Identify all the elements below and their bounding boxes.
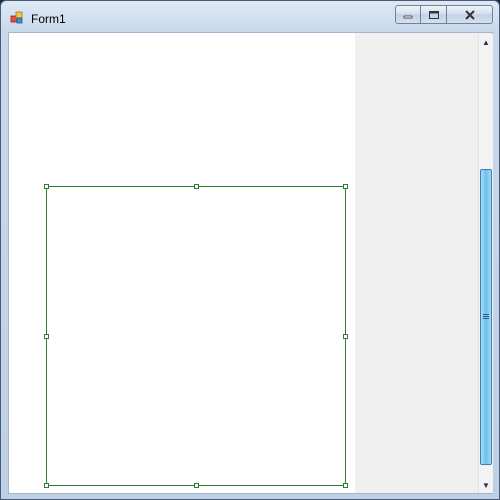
resize-handle-top-right[interactable]	[343, 184, 348, 189]
scroll-down-arrow-icon[interactable]: ▼	[479, 478, 493, 492]
thumb-grip-line	[483, 314, 489, 315]
close-button[interactable]	[447, 5, 493, 24]
form-client-area: ▲ ▼	[8, 32, 493, 494]
caption-buttons	[395, 5, 493, 24]
selected-rectangle[interactable]	[44, 184, 348, 488]
minimize-icon	[403, 15, 413, 18]
thumb-grip-line	[483, 318, 489, 319]
scrollbar-thumb[interactable]	[480, 169, 492, 465]
resize-handle-middle-left[interactable]	[44, 334, 49, 339]
winforms-app-icon[interactable]	[10, 11, 24, 25]
resize-handle-bottom-left[interactable]	[44, 483, 49, 488]
close-icon	[464, 9, 475, 20]
vertical-scrollbar[interactable]: ▲ ▼	[478, 34, 493, 493]
resize-handle-top-left[interactable]	[44, 184, 49, 189]
resize-handle-middle-right[interactable]	[343, 334, 348, 339]
resize-handle-top-center[interactable]	[194, 184, 199, 189]
maximize-icon	[428, 10, 439, 19]
window-title: Form1	[31, 12, 66, 26]
scroll-up-arrow-icon[interactable]: ▲	[479, 35, 493, 49]
resize-handle-bottom-right[interactable]	[343, 483, 348, 488]
title-bar[interactable]: Form1	[1, 1, 499, 31]
minimize-button[interactable]	[395, 5, 421, 24]
canvas-panel[interactable]	[9, 33, 355, 493]
thumb-grip-line	[483, 316, 489, 317]
resize-handle-bottom-center[interactable]	[194, 483, 199, 488]
form1-window: Form1 ▲ ▼	[0, 0, 500, 500]
maximize-button[interactable]	[421, 5, 447, 24]
